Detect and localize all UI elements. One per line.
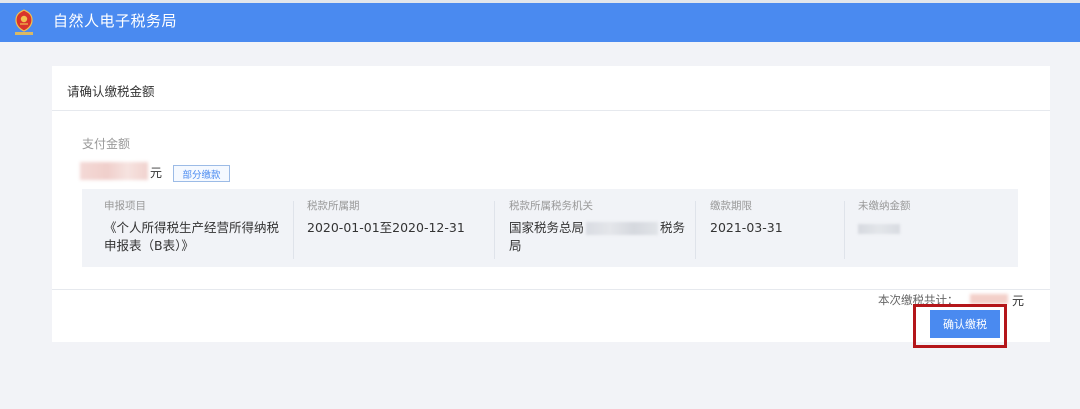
unpaid-amount-redacted (858, 224, 900, 234)
declare-item-value: 《个人所得税生产经营所得纳税申报表（B表）》 (104, 220, 280, 253)
app-title: 自然人电子税务局 (53, 12, 178, 30)
card-divider (52, 110, 1050, 111)
pay-amount-unit: 元 (150, 166, 163, 180)
due-date-value: 2021-03-31 (710, 220, 783, 235)
total-unit: 元 (1012, 294, 1025, 308)
partial-pay-button[interactable]: 部分缴款 (173, 165, 230, 182)
confirm-pay-button[interactable]: 确认缴税 (930, 310, 1000, 338)
column-divider (695, 201, 696, 259)
column-divider (844, 201, 845, 259)
col-header-declare-item: 申报项目 (104, 200, 146, 212)
column-divider (494, 201, 495, 259)
column-divider (293, 201, 294, 259)
tax-emblem-icon (15, 9, 33, 35)
col-header-unpaid-amount: 未缴纳金额 (858, 200, 911, 212)
tax-authority-redacted (586, 222, 659, 235)
col-header-tax-authority: 税款所属税务机关 (509, 200, 593, 212)
pay-amount-label: 支付金额 (82, 137, 131, 151)
pay-amount-redacted (80, 162, 148, 180)
top-strip (0, 0, 1080, 3)
footer-divider (52, 289, 1050, 290)
tax-authority-value: 国家税务总局 税务局 (509, 219, 689, 255)
app-header: 自然人电子税务局 (0, 0, 1080, 42)
total-amount-redacted (970, 294, 1008, 304)
card-title: 请确认缴税金额 (67, 84, 155, 99)
col-header-due-date: 缴款期限 (710, 200, 752, 212)
tax-authority-prefix: 国家税务总局 (509, 220, 585, 235)
confirm-payment-card: 请确认缴税金额 支付金额 元 部分缴款 申报项目 《个人所得税生产经营所得纳税申… (52, 66, 1050, 342)
tax-detail-row: 申报项目 《个人所得税生产经营所得纳税申报表（B表）》 税款所属期 2020-0… (82, 189, 1018, 267)
tax-period-value: 2020-01-01至2020-12-31 (307, 220, 465, 235)
col-header-tax-period: 税款所属期 (307, 200, 360, 212)
